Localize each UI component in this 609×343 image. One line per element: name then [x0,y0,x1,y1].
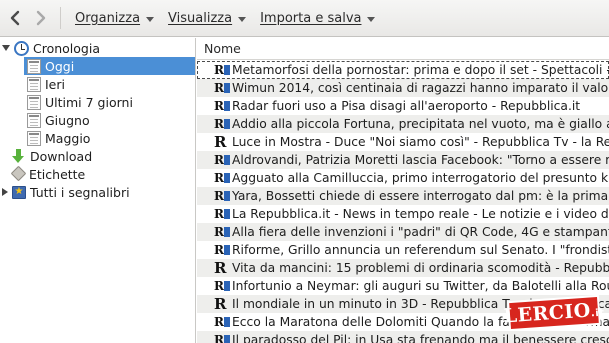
tree-item-tags[interactable]: Etichette [11,165,85,183]
history-row[interactable]: R Luce in Mostra - Duce "Noi siamo così" … [197,133,609,151]
tag-icon [11,167,25,181]
history-row[interactable]: R Aldrovandi, Patrizia Moretti lascia Fac… [197,151,609,169]
r-favicon-icon: R [214,133,227,151]
tree-item-last-7-days[interactable]: Ultimi 7 giorni [27,93,133,111]
history-row[interactable]: R Il paradosso del Pil: in Usa sta frenan… [197,331,609,343]
history-row-title: Infortunio a Neymar: gli auguri su Twitt… [232,279,609,293]
history-row[interactable]: R Alla fiera delle invenzioni i "padri" d… [197,223,609,241]
repubblica-favicon-icon: R [214,171,230,185]
history-row[interactable]: R Wimun 2014, così centinaia di ragazzi h… [197,79,609,97]
history-row-title: Riforme, Grillo annuncia un referendum s… [232,243,609,257]
tree-item-june-label: Giugno [45,112,90,128]
tree-item-may[interactable]: Maggio [27,129,90,147]
repubblica-favicon-icon: R [214,189,230,203]
r-favicon-icon: R [214,259,227,277]
history-row-title: Wimun 2014, così centinaia di ragazzi ha… [232,81,609,95]
history-row-title: La Repubblica.it - News in tempo reale -… [232,207,609,221]
repubblica-favicon-icon: R [214,63,230,77]
view-menu[interactable]: Visualizza [168,10,247,26]
history-row[interactable]: R Vita da mancini: 15 problemi di ordinar… [197,259,609,277]
column-header-name[interactable]: Nome [197,38,609,60]
back-button[interactable] [4,7,26,29]
library-toolbar: Organizza Visualizza Importa e salva [0,0,609,37]
history-row[interactable]: R Radar fuori uso a Pisa disagi all'aerop… [197,97,609,115]
repubblica-favicon-icon: R [214,225,230,239]
download-arrow-icon [11,148,26,164]
history-row-title: Agguato alla Camilluccia, primo interrog… [232,171,609,185]
history-row-title: Radar fuori uso a Pisa disagi all'aeropo… [232,99,581,113]
view-menu-label: Visualizza [168,10,233,26]
history-row[interactable]: R Riforme, Grillo annuncia un referendum … [197,241,609,259]
column-header-name-label: Nome [204,41,241,56]
tree-item-yesterday[interactable]: Ieri [27,75,65,93]
tree-item-june[interactable]: Giugno [27,111,90,129]
calendar-icon [27,130,41,146]
repubblica-favicon-icon: R [214,99,230,113]
toolbar-separator [60,7,61,29]
tree-item-yesterday-label: Ieri [45,76,65,92]
sidebar-tree: Cronologia Oggi Ieri Ultimi 7 giorni Giu… [0,38,196,343]
history-row-title: Luce in Mostra - Duce "Noi siamo così" -… [232,135,609,149]
history-row[interactable]: R Addio alla piccola Fortuna, precipitata… [197,115,609,133]
history-row[interactable]: R Agguato alla Camilluccia, primo interro… [197,169,609,187]
expander-open-icon[interactable] [2,45,10,51]
calendar-icon [27,112,41,128]
r-favicon-icon: R [214,295,227,313]
history-list: Nome R Metamorfosi della pornostar: prima… [197,38,609,343]
history-row-title: Addio alla piccola Fortuna, precipitata … [232,117,609,131]
star-folder-icon: ★ [12,185,26,199]
history-row-title: Il paradosso del Pil: in Usa sta frenand… [232,333,609,343]
tree-item-last-7-days-label: Ultimi 7 giorni [45,94,133,110]
calendar-icon [27,76,41,92]
tree-item-downloads-label: Download [30,148,93,164]
repubblica-favicon-icon: R [214,333,230,343]
caret-down-icon [238,16,247,22]
tree-item-today-label: Oggi [45,58,75,74]
repubblica-favicon-icon: R [214,81,230,95]
chevron-right-icon [36,10,46,26]
history-row-title: Vita da mancini: 15 problemi di ordinari… [232,261,609,275]
caret-down-icon [367,16,376,22]
history-row-title: Yara, Bossetti chiede di essere interrog… [232,189,609,203]
tree-item-history-label: Cronologia [33,40,100,56]
repubblica-favicon-icon: R [214,315,230,329]
caret-down-icon [146,16,155,22]
history-row[interactable]: R Infortunio a Neymar: gli auguri su Twit… [197,277,609,295]
import-backup-menu-label: Importa e salva [260,10,362,26]
history-row[interactable]: R La Repubblica.it - News in tempo reale … [197,205,609,223]
calendar-icon [27,94,41,110]
import-backup-menu[interactable]: Importa e salva [260,10,376,26]
expander-closed-icon[interactable] [2,188,8,196]
repubblica-favicon-icon: R [214,117,230,131]
tree-item-all-bookmarks-label: Tutti i segnalibri [30,184,130,200]
history-row[interactable]: R Yara, Bossetti chiede di essere interro… [197,187,609,205]
repubblica-favicon-icon: R [214,243,230,257]
tree-item-today[interactable]: Oggi [24,57,195,75]
organize-menu[interactable]: Organizza [75,10,155,26]
history-row-title: Metamorfosi della pornostar: prima e dop… [232,63,609,77]
forward-button[interactable] [30,7,52,29]
repubblica-favicon-icon: R [214,279,230,293]
clock-icon [14,40,29,56]
watermark-text: LERCIO.it [502,299,605,328]
tree-item-tags-label: Etichette [29,166,86,182]
history-row-title: Alla fiera delle invenzioni i "padri" di… [232,225,609,239]
tree-item-all-bookmarks[interactable]: ★ Tutti i segnalibri [2,183,130,201]
organize-menu-label: Organizza [75,10,141,26]
tree-item-may-label: Maggio [45,130,91,146]
tree-item-downloads[interactable]: Download [11,147,92,165]
history-row[interactable]: R Metamorfosi della pornostar: prima e do… [197,61,609,79]
repubblica-favicon-icon: R [214,207,230,221]
tree-item-history[interactable]: Cronologia [2,39,194,57]
repubblica-favicon-icon: R [214,153,230,167]
chevron-left-icon [10,10,20,26]
calendar-icon [27,58,41,74]
history-row-title: Aldrovandi, Patrizia Moretti lascia Face… [232,153,609,167]
